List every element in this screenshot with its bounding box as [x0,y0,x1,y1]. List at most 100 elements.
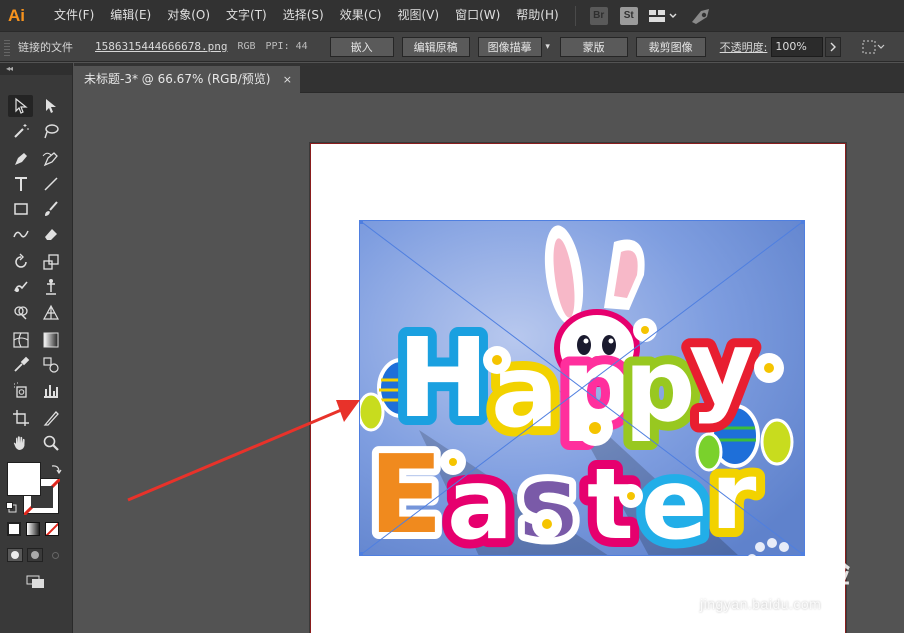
graph-tool[interactable] [38,379,63,401]
letter-r: r [711,443,757,550]
artboard-tool[interactable] [8,407,33,429]
slice-icon [43,410,59,426]
menu-separator [574,5,576,26]
menu-effect[interactable]: 效果(C) [332,0,390,31]
document-tab[interactable]: 未标题-3* @ 66.67% (RGB/预览) × [74,66,300,93]
perspective-grid-tool[interactable] [38,301,63,323]
embed-button[interactable]: 嵌入 [329,36,394,57]
eyedropper-tool[interactable] [8,354,33,376]
opacity-input[interactable]: 100% [771,36,824,57]
edit-original-button[interactable]: 编辑原稿 [401,36,470,57]
tools-grid [8,93,68,455]
default-fill-stroke-icon[interactable] [6,502,18,514]
opacity-expand-button[interactable] [825,36,842,57]
gradient-mode-button[interactable] [26,522,40,536]
warp-icon [13,280,28,292]
menu-help[interactable]: 帮助(H) [508,0,566,31]
draw-normal-button[interactable] [7,548,23,562]
linked-filename-link[interactable]: 1586315444666678.png [95,40,227,53]
line-segment-tool[interactable] [38,173,63,195]
screen-mode-button[interactable] [26,574,46,588]
gradient-tool[interactable] [38,329,63,351]
menu-window[interactable]: 窗口(W) [447,0,508,31]
scale-tool[interactable] [38,251,63,273]
rotate-tool[interactable] [8,251,33,273]
lasso-icon [43,123,59,138]
rectangle-tool[interactable] [8,198,33,220]
selection-tool[interactable] [8,94,33,117]
transform-grid-icon [862,40,885,53]
image-trace-button[interactable]: 图像描摹 [477,36,542,57]
perspective-grid-icon [42,304,59,320]
menu-object[interactable]: 对象(O) [159,0,218,31]
menu-select[interactable]: 选择(S) [275,0,332,31]
fill-swatch[interactable] [7,462,41,496]
letter-e2: e [641,448,707,556]
crop-image-button[interactable]: 裁剪图像 [635,36,706,57]
draw-inside-button[interactable] [47,548,63,562]
menu-view[interactable]: 视图(V) [389,0,447,31]
eraser-tool[interactable] [38,223,63,245]
shaper-tool[interactable] [8,223,33,245]
line-segment-icon [43,176,58,191]
direct-selection-icon [45,98,56,113]
pen-tool[interactable] [8,148,33,170]
rotate-icon [14,253,27,268]
slice-tool[interactable] [38,407,63,429]
control-bar-grip[interactable] [4,37,10,56]
letter-e1: E [369,433,443,556]
gpu-performance-button[interactable] [684,6,718,26]
blend-tool[interactable] [38,354,63,376]
gradient-icon [43,332,58,347]
warp-tool[interactable] [8,276,33,298]
mask-button[interactable]: 蒙版 [559,36,628,57]
hand-tool[interactable] [8,432,33,454]
letter-h: H [397,314,489,442]
type-tool[interactable] [8,173,33,195]
menu-file[interactable]: 文件(F) [46,0,102,31]
opacity-label: 不透明度: [719,40,768,54]
document-tab-bar: 未标题-3* @ 66.67% (RGB/预览) × [74,63,904,93]
paintbrush-icon [44,200,58,216]
bridge-button[interactable]: Br [589,6,608,25]
curvature-tool[interactable] [38,148,63,170]
puppet-warp-tool[interactable] [38,276,63,298]
arrange-documents-button[interactable] [646,6,680,26]
lasso-tool[interactable] [38,120,63,142]
draw-behind-button[interactable] [27,548,43,562]
letter-p2: p [624,327,696,444]
transform-options-button[interactable] [861,39,885,55]
swap-fill-stroke-icon[interactable] [50,463,62,475]
drawing-modes-row [7,548,63,562]
menu-edit[interactable]: 编辑(E) [102,0,159,31]
screen-mode-icon [26,575,44,588]
stock-button[interactable]: St [619,6,638,25]
tools-panel: ◂◂ [0,63,73,633]
magic-wand-tool[interactable] [8,120,33,142]
shape-builder-tool[interactable] [8,301,33,323]
placed-easter-image[interactable]: H a p p y E a s t e r [359,220,805,556]
symbol-sprayer-tool[interactable] [8,379,33,401]
menu-type[interactable]: 文字(T) [218,0,275,31]
ppi-label: PPI: 44 [265,41,308,52]
paintbrush-tool[interactable] [38,198,63,220]
watermark-domain: jingyan.baidu.com [700,596,822,612]
artboard-icon [12,409,29,426]
mesh-icon [12,331,29,348]
easter-letters: E a s t e r [362,426,766,556]
mesh-tool[interactable] [8,329,33,351]
zoom-icon [43,435,59,451]
linked-file-label: 链接的文件 [18,40,73,54]
document-tab-close-icon[interactable]: × [283,66,292,93]
tools-panel-collapse[interactable]: ◂◂ [0,63,72,75]
color-mode-button[interactable] [7,522,21,536]
image-trace-dropdown[interactable]: ▾ [542,37,554,57]
none-mode-button[interactable] [45,522,59,536]
direct-selection-tool[interactable] [38,95,63,117]
menu-bar: Ai 文件(F) 编辑(E) 对象(O) 文字(T) 选择(S) 效果(C) 视… [0,0,904,31]
rectangle-icon [13,202,28,215]
zoom-tool[interactable] [38,432,63,454]
control-bar: 链接的文件 1586315444666678.png RGB PPI: 44 嵌… [0,31,904,62]
letter-y: y [689,309,754,426]
letter-s: s [519,446,577,556]
